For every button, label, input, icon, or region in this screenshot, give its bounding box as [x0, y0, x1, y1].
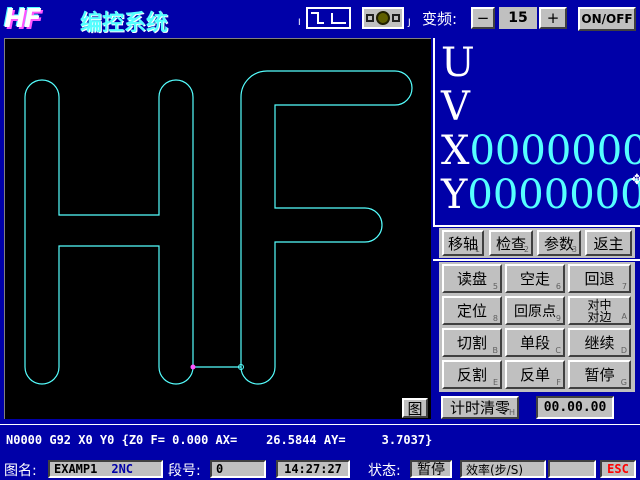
graph-button[interactable]: 图 — [402, 398, 428, 418]
freq-plus-button[interactable]: + — [539, 7, 567, 29]
params-button[interactable]: 参数 3 — [537, 230, 581, 256]
cut-button[interactable]: 切割 B — [442, 328, 502, 357]
function-button-panel: 读盘 5 空走 6 回退 7 定位 8 回原点 9 对中 对边 A 切割 B 单段 C 继续 D … — [439, 262, 635, 392]
pause-button[interactable]: 暂停 G — [568, 360, 631, 389]
elapsed-timer: 00.00.00 — [536, 396, 614, 419]
state-field: 暂停 — [410, 460, 452, 478]
locate-button[interactable]: 定位 8 — [442, 296, 502, 325]
hf-logo: HF — [4, 4, 42, 34]
u-coordinate: U — [441, 40, 475, 86]
toggle-right-square-icon — [392, 14, 400, 22]
timer-reset-button[interactable]: 计时清零 H — [441, 396, 519, 419]
state-label: 状态: — [368, 463, 401, 479]
file-label: 图名: — [4, 463, 37, 479]
pulse-right-label: J — [408, 18, 411, 28]
clock-field: 14:27:27 — [276, 460, 350, 478]
esc-button[interactable]: ESC — [600, 460, 636, 478]
header-bar: HF 编控系统 I J 变频: − 15 + ON/OFF — [0, 0, 640, 37]
segment-field: 0 — [210, 460, 266, 478]
nav-button-panel: 移轴 1 检查 2 参数 3 返主 — [439, 228, 635, 258]
toggle-knob-icon — [376, 11, 390, 25]
freq-value: 15 — [499, 7, 537, 29]
file-type: 2NC — [111, 462, 134, 476]
pulse-left-label: I — [298, 18, 301, 28]
app-title: 编控系统 — [80, 11, 169, 36]
file-name-field: EXAMP1 2NC — [48, 460, 163, 478]
x-coordinate: X0000000 — [441, 128, 640, 174]
v-coordinate: V — [441, 84, 470, 130]
freq-label: 变频: — [422, 10, 458, 28]
efficiency-field — [548, 460, 596, 478]
crosshair-cursor-icon: ✥ — [631, 172, 640, 188]
coordinate-panel: U V X0000000 Y0000000 ✥ — [433, 38, 640, 225]
cut-path — [24, 70, 413, 385]
start-point-icon — [190, 364, 196, 370]
onoff-button[interactable]: ON/OFF — [578, 7, 636, 31]
single-step-button[interactable]: 单段 C — [505, 328, 565, 357]
drawing-canvas[interactable]: 图 — [4, 38, 431, 419]
continue-button[interactable]: 继续 D — [568, 328, 631, 357]
toggle-left-square-icon — [366, 14, 374, 22]
efficiency-label: 效率(步/S) — [460, 460, 546, 478]
center-edge-button[interactable]: 对中 对边 A — [568, 296, 631, 325]
return-main-button[interactable]: 返主 — [585, 230, 632, 256]
retreat-button[interactable]: 回退 7 — [568, 264, 631, 293]
segment-label: 段号: — [168, 463, 201, 479]
y-coordinate: Y0000000 — [441, 172, 640, 218]
move-axis-button[interactable]: 移轴 1 — [442, 230, 484, 256]
reverse-single-button[interactable]: 反单 F — [505, 360, 565, 389]
nav-divider — [433, 259, 640, 261]
pulse-indicator — [306, 7, 351, 29]
pulse-wave-icon — [311, 12, 346, 24]
return-origin-button[interactable]: 回原点 9 — [505, 296, 565, 325]
read-disk-button[interactable]: 读盘 5 — [442, 264, 502, 293]
dry-run-button[interactable]: 空走 6 — [505, 264, 565, 293]
coord-divider — [433, 225, 640, 227]
gcode-line: N0000 G92 X0 Y0 {Z0 F= 0.000 AX= 26.5844… — [0, 424, 640, 456]
wire-toggle[interactable] — [362, 7, 404, 29]
status-bar: 图名: EXAMP1 2NC 段号: 0 14:27:27 状态: 暂停 效率(… — [0, 458, 640, 480]
check-button[interactable]: 检查 2 — [489, 230, 533, 256]
reverse-cut-button[interactable]: 反割 E — [442, 360, 502, 389]
freq-minus-button[interactable]: − — [471, 7, 495, 29]
